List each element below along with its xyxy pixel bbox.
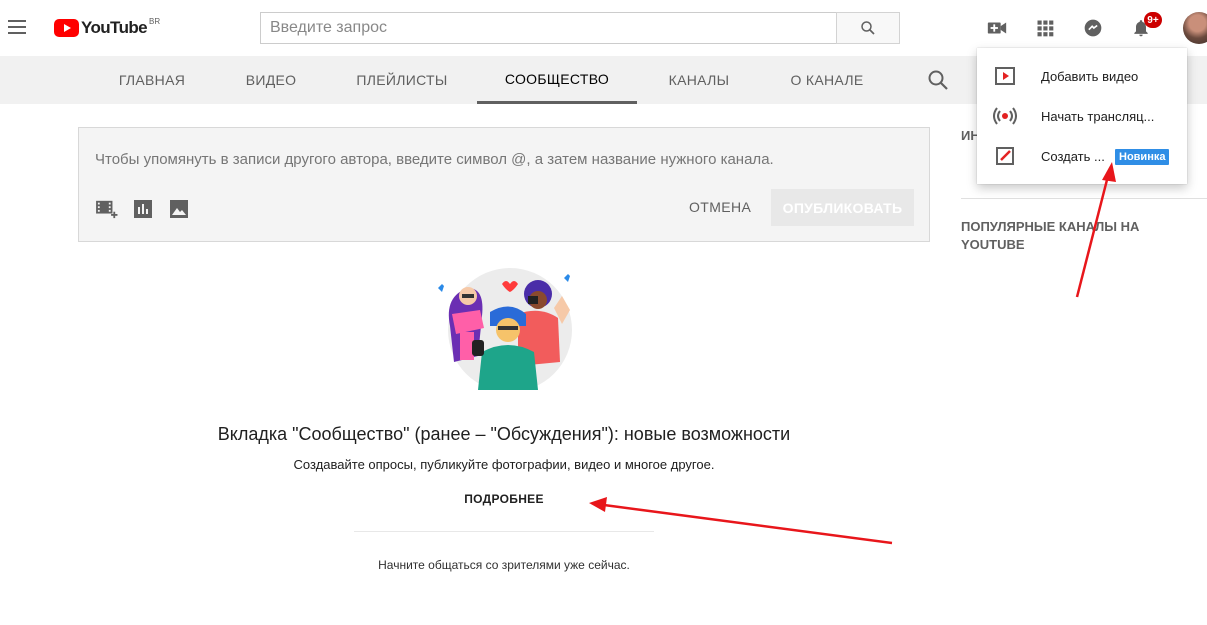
menu-icon[interactable] — [8, 20, 26, 36]
youtube-logo[interactable]: YouTube BR — [54, 16, 161, 38]
create-video-icon[interactable] — [985, 16, 1009, 40]
menu-item-create-post[interactable]: Создать ... Новинка — [977, 136, 1187, 176]
publish-button[interactable]: ОПУБЛИКОВАТЬ — [771, 189, 914, 226]
tab-about[interactable]: О канале — [772, 56, 882, 104]
channel-search-icon[interactable] — [926, 68, 950, 92]
poll-icon[interactable] — [131, 198, 155, 220]
divider — [354, 531, 654, 532]
new-badge: Новинка — [1115, 149, 1170, 165]
image-icon[interactable] — [167, 198, 191, 220]
tab-channels[interactable]: Каналы — [648, 56, 750, 104]
menu-item-label: Добавить видео — [1041, 68, 1139, 84]
promo-headline: Вкладка "Сообщество" (ранее – "Обсуждени… — [217, 424, 791, 444]
tab-home[interactable]: Главная — [100, 56, 204, 104]
search-button[interactable] — [836, 12, 900, 44]
logo-text: YouTube — [81, 18, 148, 37]
promo-subline: Создавайте опросы, публикуйте фотографии… — [293, 457, 715, 472]
search-input[interactable] — [260, 12, 836, 44]
menu-item-go-live[interactable]: Начать трансляц... — [977, 96, 1187, 136]
tab-videos[interactable]: Видео — [226, 56, 316, 104]
search-icon — [861, 21, 875, 35]
live-broadcast-icon — [993, 104, 1017, 128]
tab-community[interactable]: Сообщество — [477, 56, 637, 104]
create-menu: Добавить видео Начать трансляц... Создат… — [977, 48, 1187, 184]
tab-playlists[interactable]: Плейлисты — [338, 56, 466, 104]
sidebar-divider — [961, 198, 1207, 199]
post-composer: Чтобы упомянуть в записи другого автора,… — [78, 127, 930, 242]
community-illustration — [438, 268, 572, 390]
add-video-icon[interactable] — [95, 198, 119, 220]
create-post-icon — [993, 144, 1017, 168]
apps-icon[interactable] — [1033, 16, 1057, 40]
notification-count-badge: 9+ — [1144, 12, 1162, 28]
menu-item-upload-video[interactable]: Добавить видео — [977, 56, 1187, 96]
youtube-play-icon — [54, 19, 79, 37]
messages-icon[interactable] — [1081, 16, 1105, 40]
country-code: BR — [149, 16, 161, 26]
start-note: Начните общаться со зрителями уже сейчас… — [378, 558, 630, 572]
avatar[interactable] — [1183, 12, 1207, 44]
composer-input[interactable]: Чтобы упомянуть в записи другого автора,… — [95, 151, 774, 168]
search-bar — [260, 12, 900, 44]
popular-channels-title: ПОПУЛЯРНЫЕ КАНАЛЫ НА YOUTUBE — [961, 219, 1140, 252]
annotation-arrow-more — [603, 503, 893, 545]
menu-item-label: Создать ... — [1041, 148, 1105, 164]
cancel-button[interactable]: ОТМЕНА — [689, 199, 751, 215]
menu-item-label: Начать трансляц... — [1041, 108, 1155, 124]
upload-video-icon — [993, 64, 1017, 88]
learn-more-button[interactable]: ПОДРОБНЕЕ — [0, 492, 1008, 506]
